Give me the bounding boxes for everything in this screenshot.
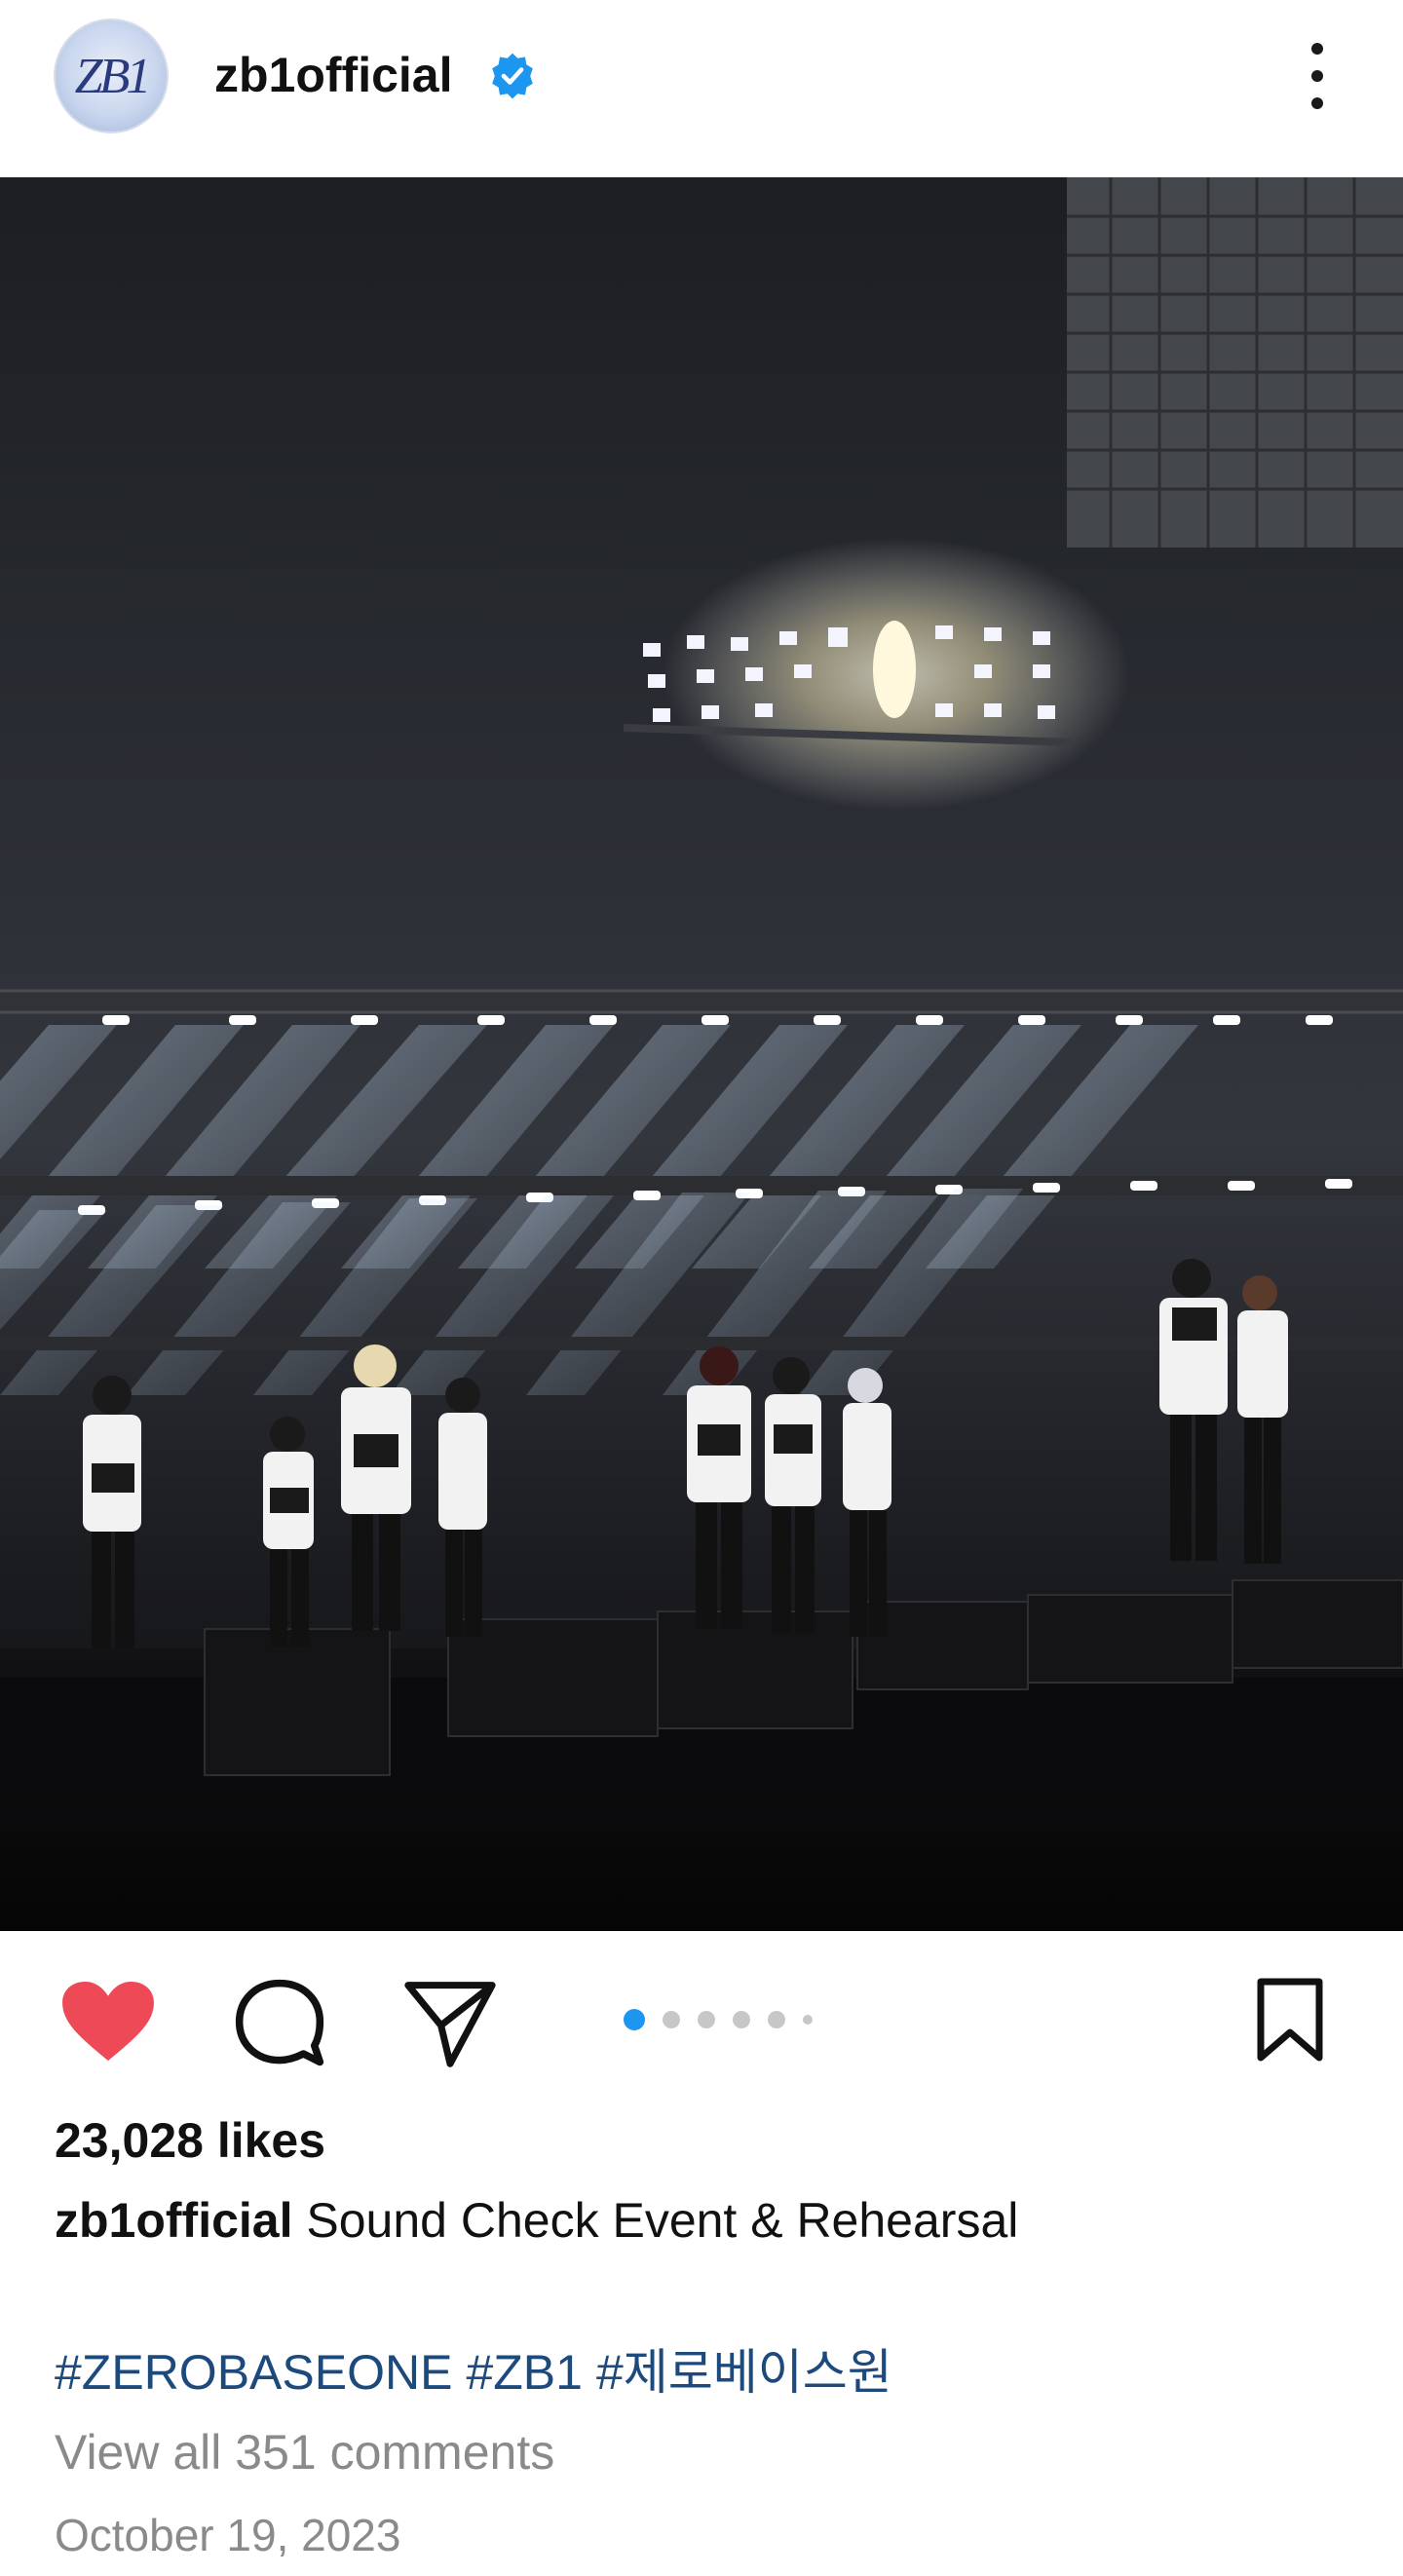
heart-filled-icon[interactable]	[60, 1980, 156, 2065]
hashtags: #ZEROBASEONE #ZB1 #제로베이스원	[55, 2333, 906, 2404]
carousel-dot	[663, 2011, 680, 2028]
hashtag-link[interactable]: #ZEROBASEONE	[55, 2345, 452, 2400]
more-dot	[1311, 97, 1323, 109]
performers	[83, 1259, 1288, 1648]
post-header: ZB1 zb1official	[0, 0, 1403, 177]
more-dot	[1311, 43, 1323, 55]
verified-badge-icon	[492, 53, 533, 99]
caption-text: Sound Check Event & Rehearsal	[292, 2193, 1019, 2248]
view-comments-link[interactable]: View all 351 comments	[55, 2424, 554, 2481]
carousel-indicator	[624, 2009, 813, 2030]
post-username[interactable]: zb1official	[214, 47, 452, 103]
carousel-dot	[768, 2011, 785, 2028]
hashtag-link[interactable]: #ZB1	[466, 2345, 583, 2400]
post-caption: zb1official Sound Check Event & Rehearsa…	[55, 2192, 1018, 2249]
carousel-dot	[733, 2011, 750, 2028]
send-icon[interactable]	[404, 1980, 496, 2067]
likes-count[interactable]: 23,028 likes	[55, 2112, 325, 2169]
post-date: October 19, 2023	[55, 2510, 401, 2560]
more-options-button[interactable]	[1296, 43, 1339, 109]
hashtag-link[interactable]: #제로베이스원	[596, 2345, 892, 2400]
avatar[interactable]: ZB1	[54, 19, 169, 133]
carousel-dot	[698, 2011, 715, 2028]
carousel-dot	[803, 2015, 813, 2025]
carousel-dot-active	[624, 2009, 645, 2030]
stage-photo-illustration	[0, 177, 1403, 1931]
comment-icon[interactable]	[234, 1978, 325, 2069]
caption-username[interactable]: zb1official	[55, 2193, 292, 2248]
post-image[interactable]	[0, 177, 1403, 1931]
more-dot	[1311, 70, 1323, 82]
bookmark-icon[interactable]	[1255, 1978, 1325, 2062]
avatar-logo-text: ZB1	[74, 48, 152, 104]
